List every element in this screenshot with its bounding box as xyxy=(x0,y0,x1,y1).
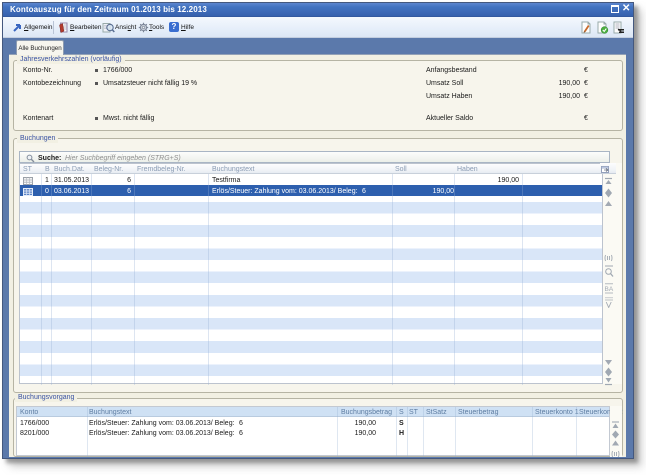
svg-text:BA: BA xyxy=(605,286,614,293)
